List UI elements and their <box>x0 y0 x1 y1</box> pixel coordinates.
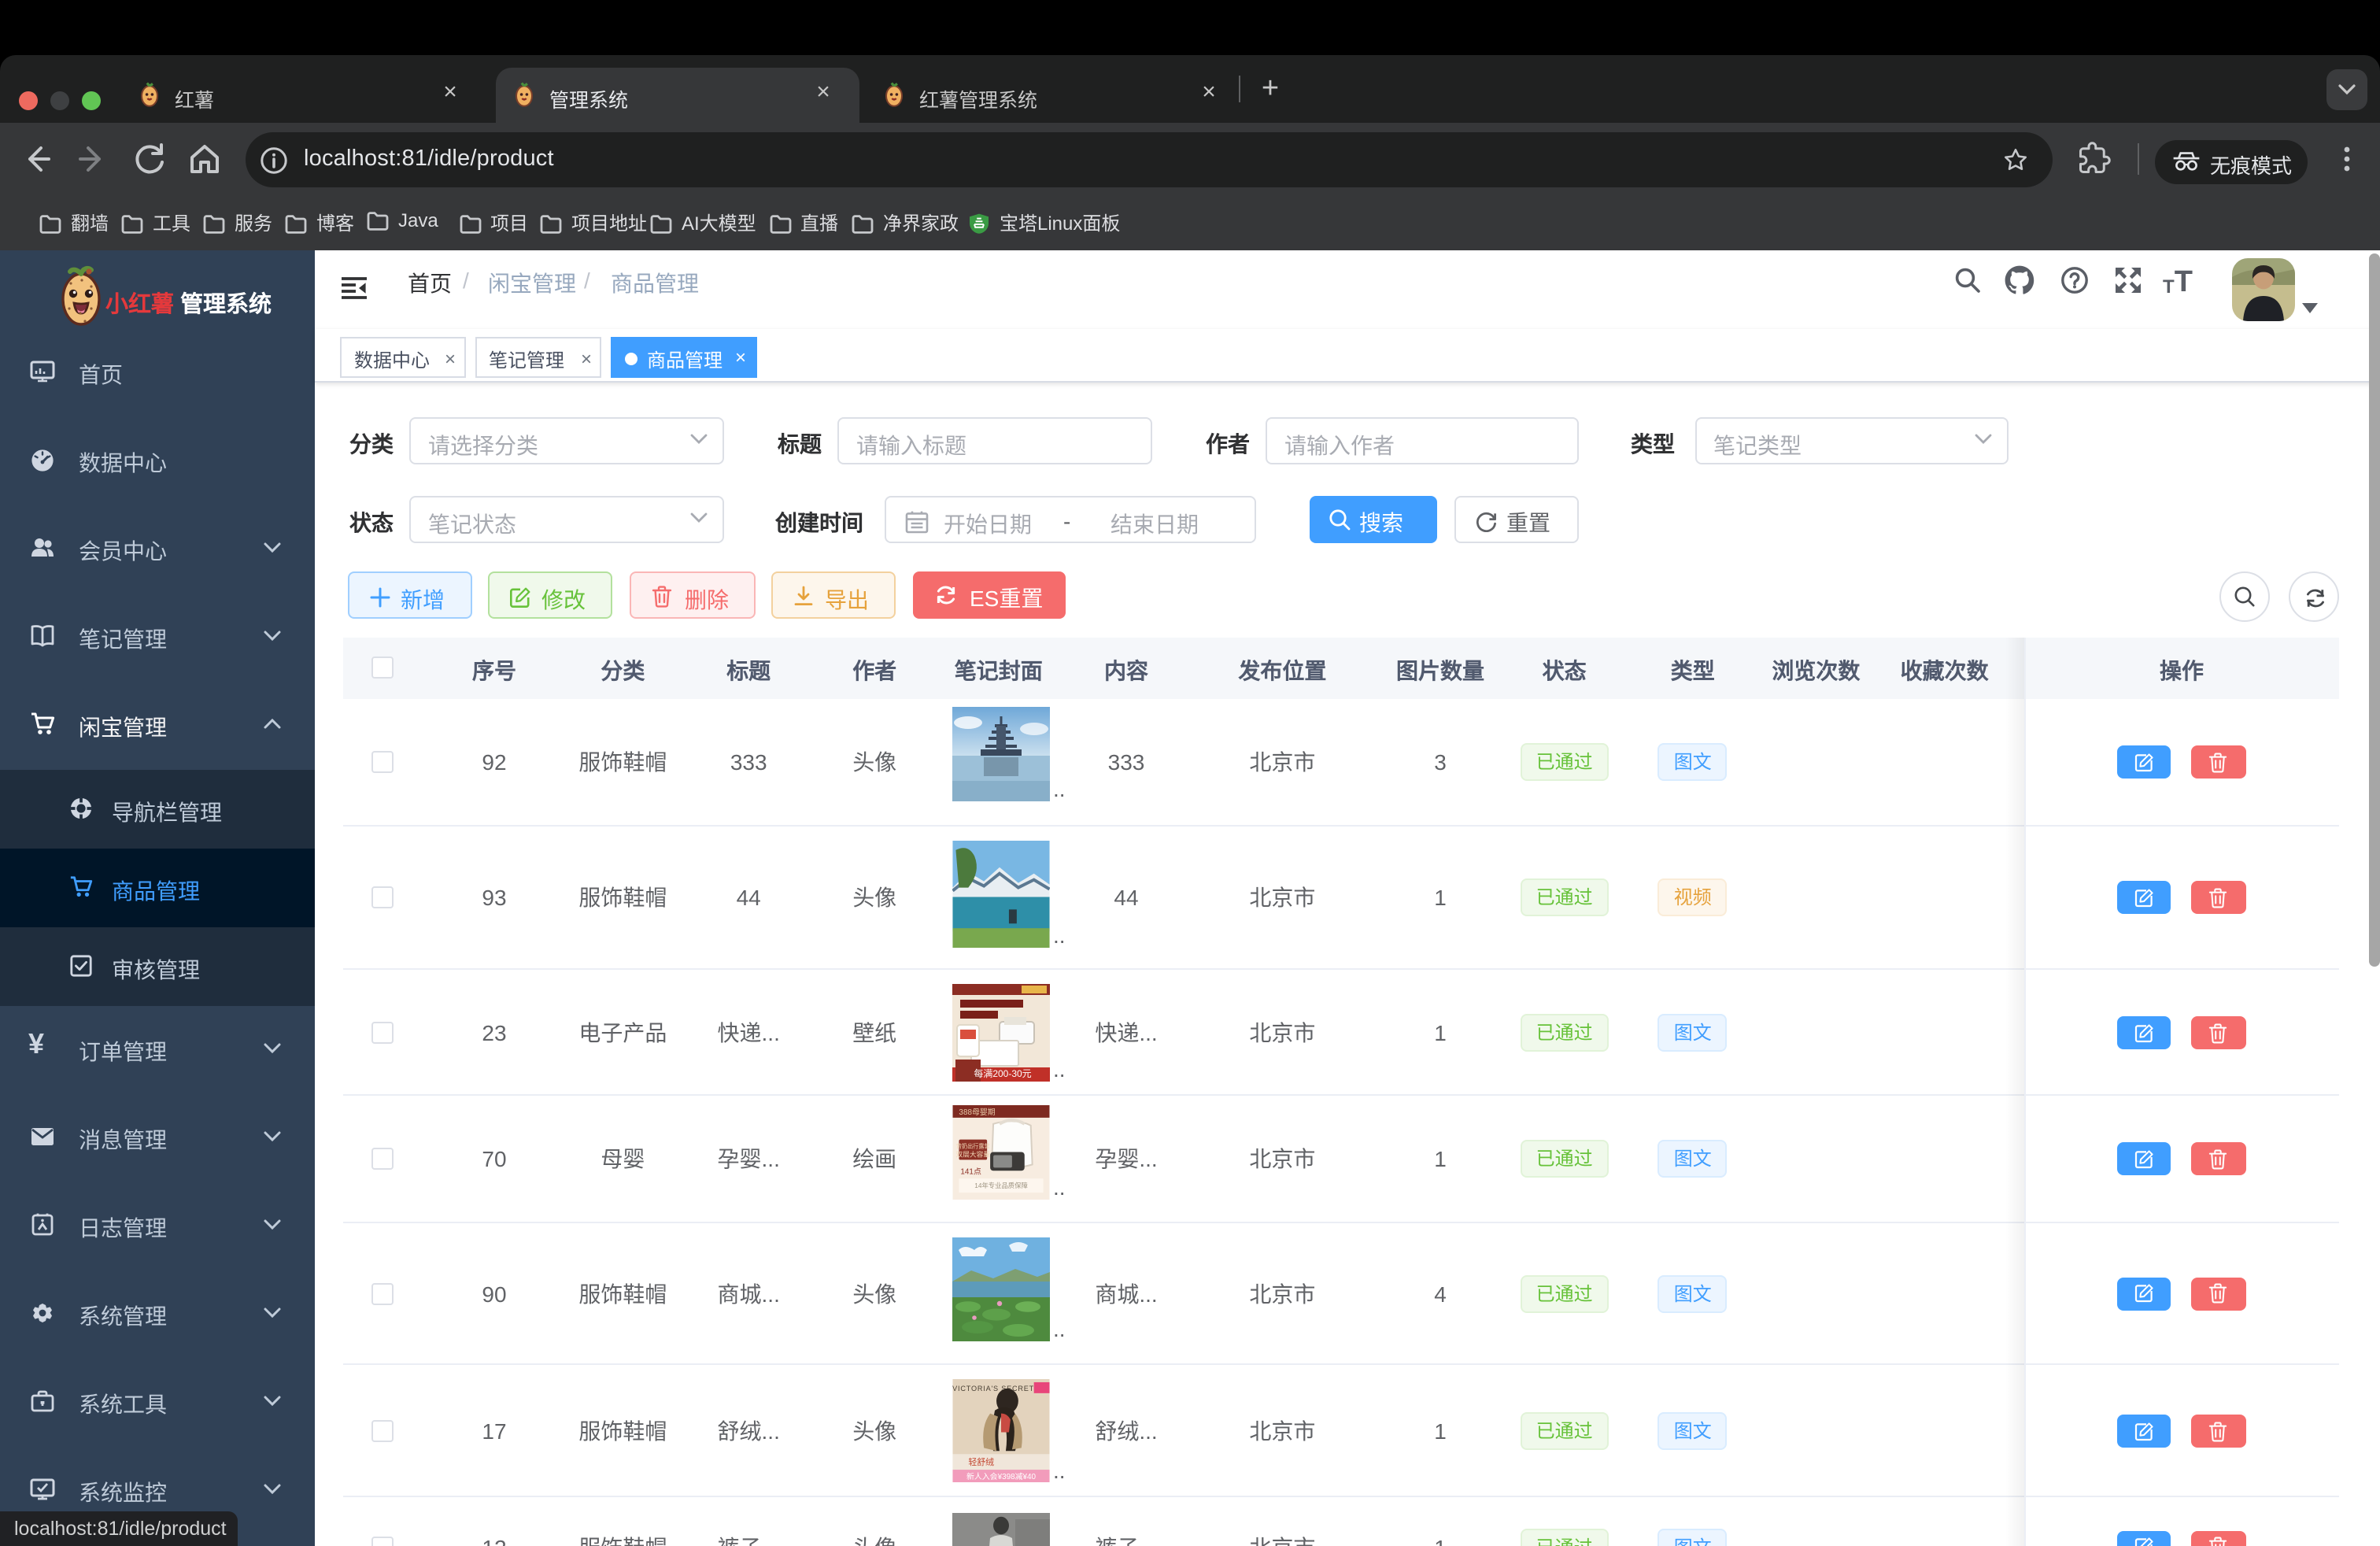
svg-text:141点: 141点 <box>960 1167 981 1176</box>
svg-text:轻舒绒: 轻舒绒 <box>968 1456 994 1467</box>
svg-text:VICTORIA'S SECRET: VICTORIA'S SECRET <box>952 1385 1034 1393</box>
svg-text:背奶出行露营: 背奶出行露营 <box>956 1142 990 1149</box>
svg-text:14年专业品质保障: 14年专业品质保障 <box>974 1182 1028 1189</box>
svg-text:每满200-30元: 每满200-30元 <box>974 1067 1031 1079</box>
svg-text:新人入会¥398减¥40: 新人入会¥398减¥40 <box>966 1471 1037 1481</box>
svg-text:双层大容量: 双层大容量 <box>955 1149 990 1158</box>
svg-text:388母婴期: 388母婴期 <box>959 1107 995 1116</box>
